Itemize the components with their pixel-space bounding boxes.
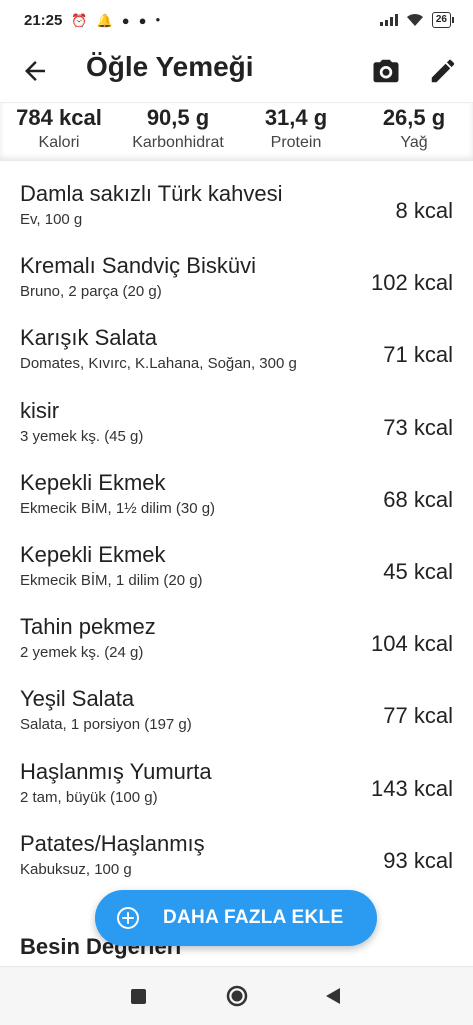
summary-value: 90,5 g [146,105,210,130]
food-kcal: 93 kcal [383,847,453,873]
food-detail: Ev, 100 g [20,211,83,228]
summary-label: Kalori [38,134,80,151]
food-kcal: 77 kcal [383,703,453,729]
food-detail: Ekmecik BİM, 1½ dilim (30 g) [20,499,216,517]
dot-icon: ● [155,15,161,24]
food-detail: 3 yemek kş. (45 g) [20,427,144,445]
food-detail: Ekmecik BİM, 1 dilim (20 g) [20,571,203,589]
food-name: Kremalı Sandviç Bisküvi [20,253,256,279]
food-kcal: 102 kcal [371,270,453,296]
app-bar: Öğle Yemeği [0,40,473,102]
app-icon: ● [138,12,147,28]
food-kcal: 45 kcal [383,558,453,584]
signal-icon [379,14,398,26]
add-more-button[interactable]: DAHA FAZLA EKLE [95,890,377,946]
food-name: Yeşil Salata [20,686,135,712]
pencil-icon[interactable] [428,56,458,86]
arrow-left-icon[interactable] [20,56,50,86]
food-detail: 2 tam, büyük (100 g) [20,788,158,806]
summary-calories: 784 kcal Kalori [10,105,108,152]
food-name: Kepekli Ekmek [20,469,166,495]
food-item[interactable]: Kepekli Ekmek Ekmecik BİM, 1 dilim (20 g… [0,521,473,593]
food-name: kisir [20,397,60,423]
food-name: Kepekli Ekmek [20,541,166,567]
camera-icon[interactable] [370,56,402,86]
food-name: Patates/Haşlanmış [20,830,205,856]
food-name: Haşlanmış Yumurta [20,758,212,784]
plus-circle-icon [117,907,139,929]
food-kcal: 73 kcal [383,414,453,440]
food-item[interactable]: Damla sakızlı Türk kahvesi Ev, 100 g 8 k… [0,160,473,232]
square-icon[interactable] [131,989,146,1004]
food-kcal: 71 kcal [383,342,453,368]
food-name: Karışık Salata [20,325,157,351]
food-item[interactable]: Karışık Salata Domates, Kıvırc, K.Lahana… [0,304,473,376]
food-detail: Kabuksuz, 100 g [20,860,132,878]
summary-label: Karbonhidrat [132,134,224,151]
add-more-label: DAHA FAZLA EKLE [163,907,344,928]
summary-value: 784 kcal [16,105,102,130]
food-name: Tahin pekmez [20,614,156,640]
food-item[interactable]: Patates/Haşlanmış Kabuksuz, 100 g 93 kca… [0,810,473,882]
food-detail: Domates, Kıvırc, K.Lahana, Soğan, 300 g [20,355,297,373]
food-detail: 2 yemek kş. (24 g) [20,644,144,662]
app-icon: ● [121,12,130,28]
food-item[interactable]: kisir 3 yemek kş. (45 g) 73 kcal [0,377,473,449]
food-item[interactable]: Kepekli Ekmek Ekmecik BİM, 1½ dilim (30 … [0,449,473,521]
status-right: 26 [379,12,455,28]
alarm-off-icon: ⏰ [71,12,88,28]
food-item[interactable]: Yeşil Salata Salata, 1 porsiyon (197 g) … [0,665,473,737]
system-nav-bar [0,966,473,1025]
summary-carbs: 90,5 g Karbonhidrat [122,105,234,152]
summary-label: Yağ [400,134,428,151]
food-item[interactable]: Haşlanmış Yumurta 2 tam, büyük (100 g) 1… [0,738,473,810]
status-left: 21:25 ⏰ 🔔 ● ● ● [24,12,160,29]
food-kcal: 143 kcal [371,775,453,801]
battery-icon: 26 [431,12,455,28]
summary-fat: 26,5 g Yağ [374,105,454,152]
circle-icon[interactable] [226,985,248,1007]
food-name: Damla sakızlı Türk kahvesi [20,181,283,206]
food-list: Damla sakızlı Türk kahvesi Ev, 100 g 8 k… [0,160,473,882]
triangle-back-icon[interactable] [325,987,341,1005]
food-item[interactable]: Kremalı Sandviç Bisküvi Bruno, 2 parça (… [0,232,473,304]
food-kcal: 68 kcal [383,486,453,512]
status-bar: 21:25 ⏰ 🔔 ● ● ● 26 [0,0,473,40]
summary-label: Protein [270,134,322,151]
summary-value: 26,5 g [382,105,446,130]
summary-value: 31,4 g [264,105,328,130]
bell-icon: 🔔 [96,12,113,28]
nutrition-summary: 784 kcal Kalori 90,5 g Karbonhidrat 31,4… [0,102,473,161]
food-detail: Salata, 1 porsiyon (197 g) [20,716,192,734]
wifi-icon [406,13,423,26]
food-kcal: 8 kcal [395,198,453,223]
food-item[interactable]: Tahin pekmez 2 yemek kş. (24 g) 104 kcal [0,593,473,665]
page-title: Öğle Yemeği [86,51,254,82]
food-kcal: 104 kcal [371,631,453,657]
status-time: 21:25 [24,11,63,29]
summary-protein: 31,4 g Protein [256,105,336,152]
food-detail: Bruno, 2 parça (20 g) [20,283,162,301]
